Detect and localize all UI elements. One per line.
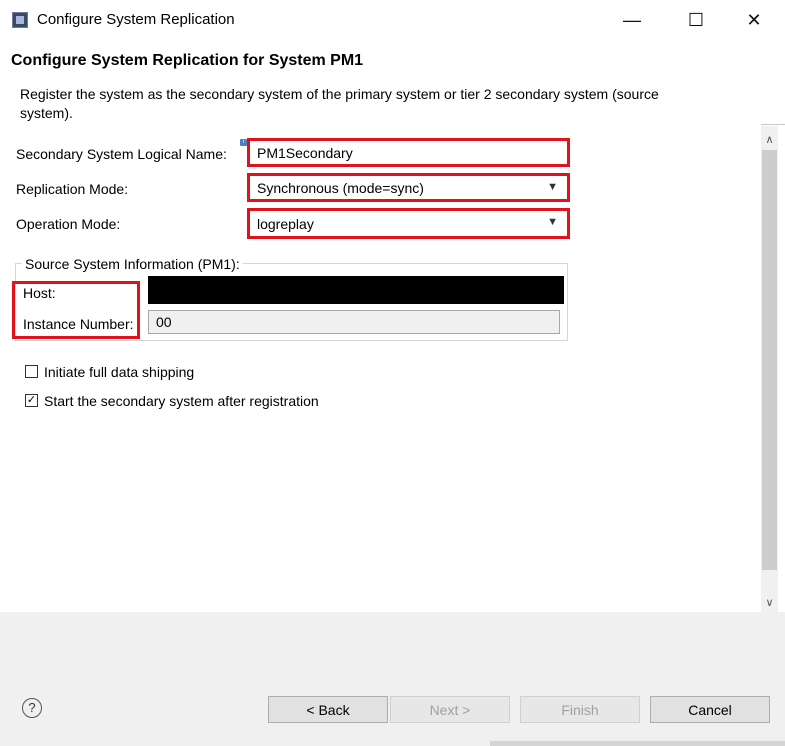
instance-number-field: 00	[148, 310, 560, 334]
page-title: Configure System Replication for System …	[11, 52, 364, 69]
wizard-footer	[0, 612, 785, 746]
chevron-down-icon: ▼	[547, 216, 558, 228]
full-shipping-label[interactable]: Initiate full data shipping	[44, 364, 194, 380]
scroll-thumb[interactable]	[762, 150, 777, 570]
back-button[interactable]: < Back	[268, 696, 388, 723]
scroll-down-icon[interactable]: ∨	[761, 593, 778, 613]
resize-grip	[490, 741, 785, 746]
page-description: Register the system as the secondary sys…	[20, 86, 659, 121]
help-icon[interactable]: ?	[22, 698, 42, 718]
host-field-redacted	[148, 276, 564, 304]
logical-name-label: Secondary System Logical Name:	[16, 146, 227, 162]
scroll-up-icon[interactable]: ∧	[761, 130, 778, 150]
next-button[interactable]: Next >	[390, 696, 510, 723]
info-icon: i	[240, 139, 247, 146]
instance-number-label: Instance Number:	[23, 316, 134, 332]
replication-mode-select[interactable]: Synchronous (mode=sync) ▼	[251, 177, 566, 198]
logical-name-input[interactable]: PM1Secondary	[251, 142, 566, 163]
minimize-button[interactable]: —	[609, 4, 655, 36]
window-title: Configure System Replication	[37, 11, 235, 28]
replication-mode-label: Replication Mode:	[16, 181, 129, 197]
start-secondary-checkbox[interactable]: ✓	[25, 394, 38, 407]
app-icon	[12, 12, 28, 28]
full-shipping-checkbox[interactable]	[25, 365, 38, 378]
operation-mode-value: logreplay	[257, 215, 314, 232]
chevron-down-icon: ▼	[547, 181, 558, 193]
maximize-button[interactable]: ☐	[673, 4, 719, 36]
finish-button[interactable]: Finish	[520, 696, 640, 723]
cancel-button[interactable]: Cancel	[650, 696, 770, 723]
start-secondary-label[interactable]: Start the secondary system after registr…	[44, 393, 319, 409]
operation-mode-select[interactable]: logreplay ▼	[251, 212, 566, 235]
operation-mode-label: Operation Mode:	[16, 216, 121, 232]
host-label: Host:	[23, 285, 56, 301]
source-group-title: Source System Information (PM1):	[22, 256, 243, 272]
close-button[interactable]: ✕	[731, 4, 777, 36]
replication-mode-value: Synchronous (mode=sync)	[257, 179, 424, 196]
